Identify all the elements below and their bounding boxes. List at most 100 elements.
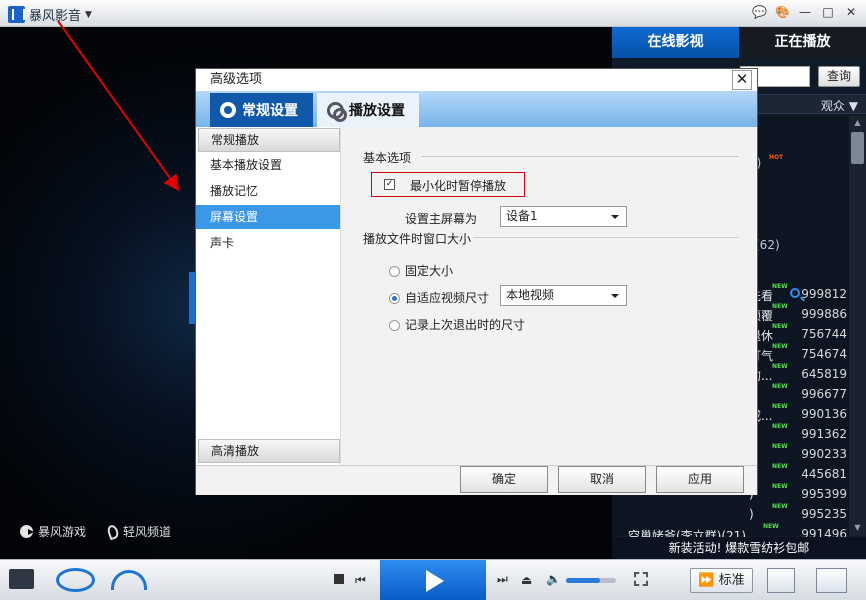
close-dialog-icon[interactable]: ✕	[732, 70, 752, 90]
skin-icon[interactable]: 🎨	[775, 5, 790, 19]
storm-games-label: 暴风游戏	[38, 525, 87, 539]
leaf-icon	[105, 523, 121, 540]
gears-icon	[327, 102, 347, 122]
tab-online-video[interactable]: 在线影视	[612, 27, 739, 58]
dialog-title: 高级选项	[196, 69, 757, 91]
section-divider	[473, 237, 739, 238]
video-links: 暴风游戏 轻风频道	[20, 523, 171, 540]
fullscreen-icon[interactable]	[634, 572, 648, 586]
tab-playback-settings[interactable]: 播放设置	[317, 93, 419, 127]
list-item-count: 995399	[801, 487, 847, 501]
message-icon[interactable]: 💬	[752, 5, 767, 19]
nav-sound-card[interactable]: 声卡	[196, 231, 340, 255]
list-scrollbar[interactable]: ▲ ▼	[849, 116, 866, 536]
minimize-pause-label: 最小化时暂停播放	[410, 179, 507, 193]
toolbox-icon[interactable]	[9, 569, 34, 589]
standard-button[interactable]: ⏩ 标准	[690, 568, 753, 593]
light-channel-label: 轻风频道	[123, 525, 172, 539]
hot-badge: HOT	[769, 154, 784, 161]
apply-button[interactable]: 应用	[656, 466, 744, 493]
section-basic-options: 基本选项	[363, 151, 412, 165]
new-badge: NEW	[763, 523, 779, 530]
new-badge: NEW	[772, 283, 788, 290]
close-window-icon[interactable]: ✕	[844, 5, 858, 19]
nav-basic-playback[interactable]: 基本播放设置	[196, 153, 340, 177]
light-channel-link[interactable]: 轻风频道	[105, 523, 172, 540]
scroll-up-icon[interactable]: ▲	[852, 118, 863, 129]
nav-header-hd-playback[interactable]: 高清播放	[198, 439, 340, 463]
storm-games-link[interactable]: 暴风游戏	[20, 523, 86, 540]
app-menu[interactable]: 暴风影音 ▼	[8, 5, 92, 24]
stop-icon[interactable]	[334, 574, 344, 584]
remember-size-radio[interactable]	[389, 320, 400, 331]
list-item-count: 445681	[801, 467, 847, 481]
general-settings-label: 常规设置	[242, 103, 298, 119]
dialog-title-text: 高级选项	[210, 72, 263, 87]
list-item-count: 991362	[801, 427, 847, 441]
ok-button[interactable]: 确定	[460, 466, 548, 493]
sort-label: 观众	[820, 99, 845, 113]
adaptive-size-radio[interactable]	[389, 293, 400, 304]
new-badge: NEW	[772, 303, 788, 310]
adaptive-size-label: 自适应视频尺寸	[405, 291, 490, 305]
section-divider	[421, 156, 739, 157]
previous-icon[interactable]: ⏮	[355, 573, 366, 588]
pacman-icon	[20, 525, 34, 538]
playback-settings-label: 播放设置	[349, 103, 405, 119]
new-badge: NEW	[772, 323, 788, 330]
eye-icon[interactable]	[56, 568, 95, 592]
fixed-size-radio[interactable]	[389, 266, 400, 277]
list-item-count: 754674	[801, 347, 847, 361]
search-button[interactable]: 查询	[818, 66, 860, 87]
list-item[interactable]: ) 995235 NEW	[612, 503, 849, 525]
maximize-icon[interactable]: □	[821, 5, 835, 19]
eject-icon[interactable]: ⏏	[521, 573, 532, 587]
checklist-icon[interactable]	[816, 568, 847, 593]
tab-now-playing[interactable]: 正在播放	[739, 27, 866, 58]
nav-playback-memory[interactable]: 播放记忆	[196, 179, 340, 203]
list-item-count: 645819	[801, 367, 847, 381]
standard-label: 标准	[718, 573, 745, 588]
advanced-options-dialog: 高级选项 ✕ 常规设置 播放设置 常规播放 基本播放设置 播放记忆 屏幕设置 声…	[195, 68, 758, 495]
list-item-count: 990136	[801, 407, 847, 421]
minimize-icon[interactable]: —	[798, 5, 812, 19]
volume-icon[interactable]: 🔈	[546, 572, 561, 586]
scroll-thumb[interactable]	[851, 132, 864, 164]
highlight-box: ✓ 最小化时暂停播放	[371, 172, 525, 197]
new-badge: NEW	[772, 343, 788, 350]
adaptive-source-select[interactable]: 本地视频	[500, 285, 627, 306]
nav-header-normal-playback[interactable]: 常规播放	[198, 128, 340, 152]
list-item-count: 990233	[801, 447, 847, 461]
settings-nav: 常规播放 基本播放设置 播放记忆 屏幕设置 声卡 高清播放	[196, 127, 341, 465]
new-badge: NEW	[772, 503, 788, 510]
minimize-pause-checkbox[interactable]: ✓	[384, 179, 395, 190]
standard-icon: ⏩	[698, 573, 715, 588]
dialog-tabs: 常规设置 播放设置	[196, 91, 757, 127]
volume-slider[interactable]	[566, 578, 616, 583]
next-icon[interactable]: ⏭	[497, 572, 508, 587]
nav-screen-settings[interactable]: 屏幕设置	[196, 205, 340, 229]
remember-size-label: 记录上次退出时的尺寸	[405, 318, 526, 332]
new-badge: NEW	[772, 363, 788, 370]
scroll-down-icon[interactable]: ▼	[852, 523, 863, 534]
main-screen-select[interactable]: 设备1	[500, 206, 627, 227]
promo-banner[interactable]: 新装活动! 爆款雪纺衫包邮	[612, 537, 866, 559]
list-item-count: 756744	[801, 327, 847, 341]
play-button[interactable]	[380, 560, 486, 600]
settings-panel: 基本选项 ✓ 最小化时暂停播放 设置主屏幕为 设备1 播放文件时窗口大小 固定大…	[341, 127, 757, 465]
sort-viewers[interactable]: 观众 ▼	[821, 97, 858, 114]
playlist-icon[interactable]	[767, 568, 795, 593]
headphones-icon[interactable]	[111, 570, 147, 590]
chevron-down-icon: ▼	[848, 99, 858, 113]
gear-icon	[220, 102, 236, 118]
new-badge: NEW	[772, 443, 788, 450]
list-item-count: 995235	[801, 507, 847, 521]
window-controls: 💬 🎨 — □ ✕	[752, 5, 858, 19]
new-badge: NEW	[772, 463, 788, 470]
cancel-button[interactable]: 取消	[558, 466, 646, 493]
new-badge: NEW	[772, 423, 788, 430]
chevron-down-icon: ▼	[85, 9, 92, 20]
new-badge: NEW	[772, 403, 788, 410]
tab-general-settings[interactable]: 常规设置	[210, 93, 313, 127]
new-badge: NEW	[772, 483, 788, 490]
